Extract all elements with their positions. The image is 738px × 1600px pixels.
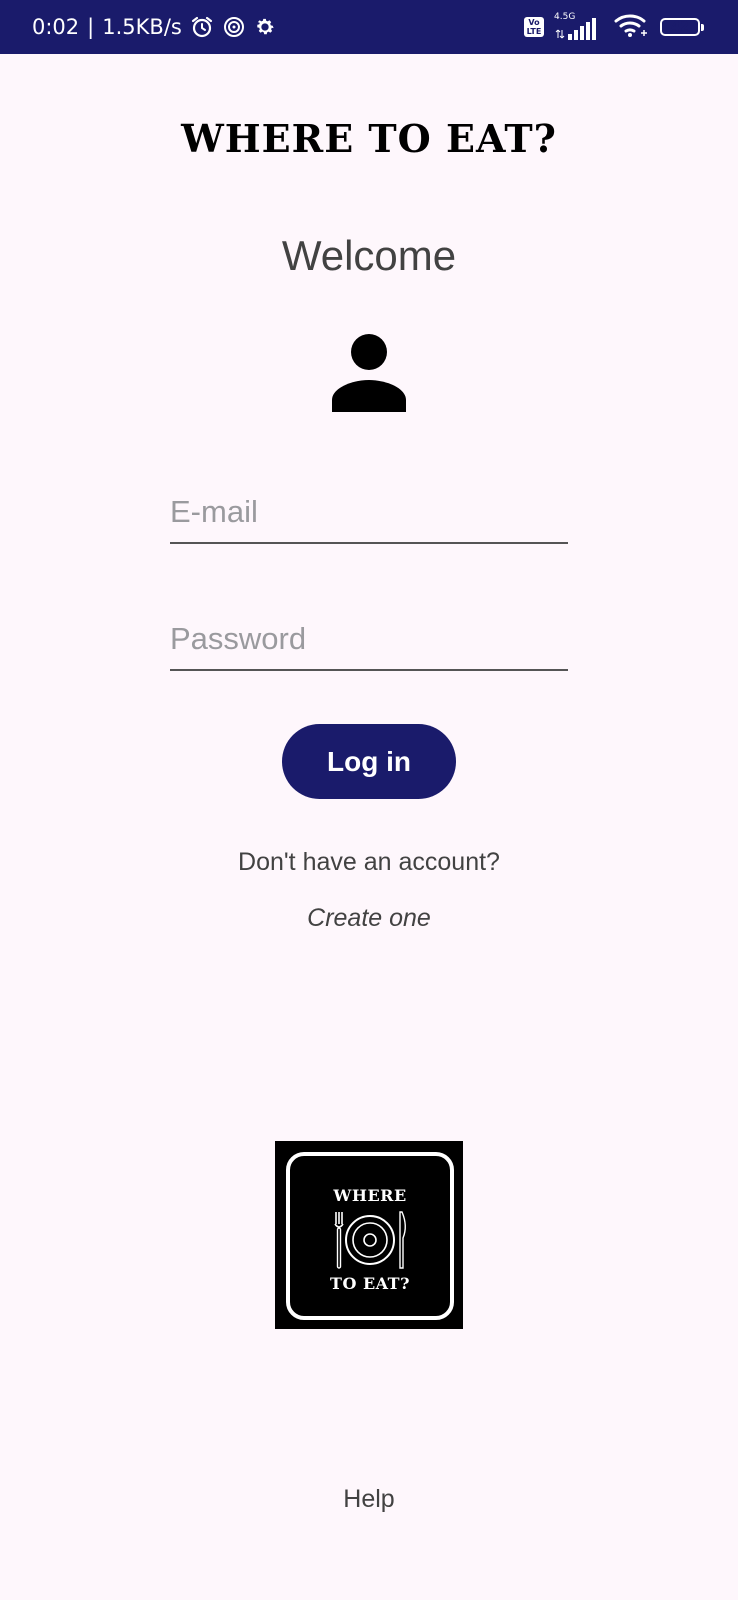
status-time: 0:02 (32, 15, 80, 39)
status-net-speed: 1.5KB/s (102, 15, 182, 39)
app-title: WHERE TO EAT? (181, 116, 557, 161)
status-separator: | (87, 15, 95, 39)
create-account-link[interactable]: Create one (0, 904, 738, 933)
logo-frame: WHERE TO EAT? (286, 1152, 454, 1320)
no-account-prompt: Don't have an account? (238, 848, 500, 876)
wifi-icon (614, 12, 650, 43)
login-button[interactable]: Log in (282, 724, 456, 799)
battery-icon: 42 (660, 18, 704, 36)
status-bar: 0:02 | 1.5KB/s Vo LTE 4.5G 42 (0, 0, 738, 54)
battery-level-text: 42 (670, 19, 690, 35)
plate-and-cutlery-icon (330, 1208, 410, 1277)
signal-icon: 4.5G (554, 12, 604, 42)
email-field[interactable] (170, 482, 568, 544)
alarm-icon (190, 15, 214, 39)
logo-line-2: TO EAT? (330, 1274, 410, 1293)
app-logo: WHERE TO EAT? (275, 1141, 463, 1329)
logo-line-1: WHERE (333, 1186, 407, 1205)
status-bar-right: Vo LTE 4.5G 42 (524, 0, 704, 54)
welcome-heading: Welcome (281, 232, 457, 279)
settings-icon (254, 16, 276, 38)
sync-icon (222, 15, 246, 39)
person-icon (330, 334, 408, 417)
password-field[interactable] (170, 609, 568, 671)
volte-icon: Vo LTE (524, 17, 544, 37)
status-bar-left: 0:02 | 1.5KB/s (32, 0, 276, 54)
help-link[interactable]: Help (0, 1485, 738, 1514)
